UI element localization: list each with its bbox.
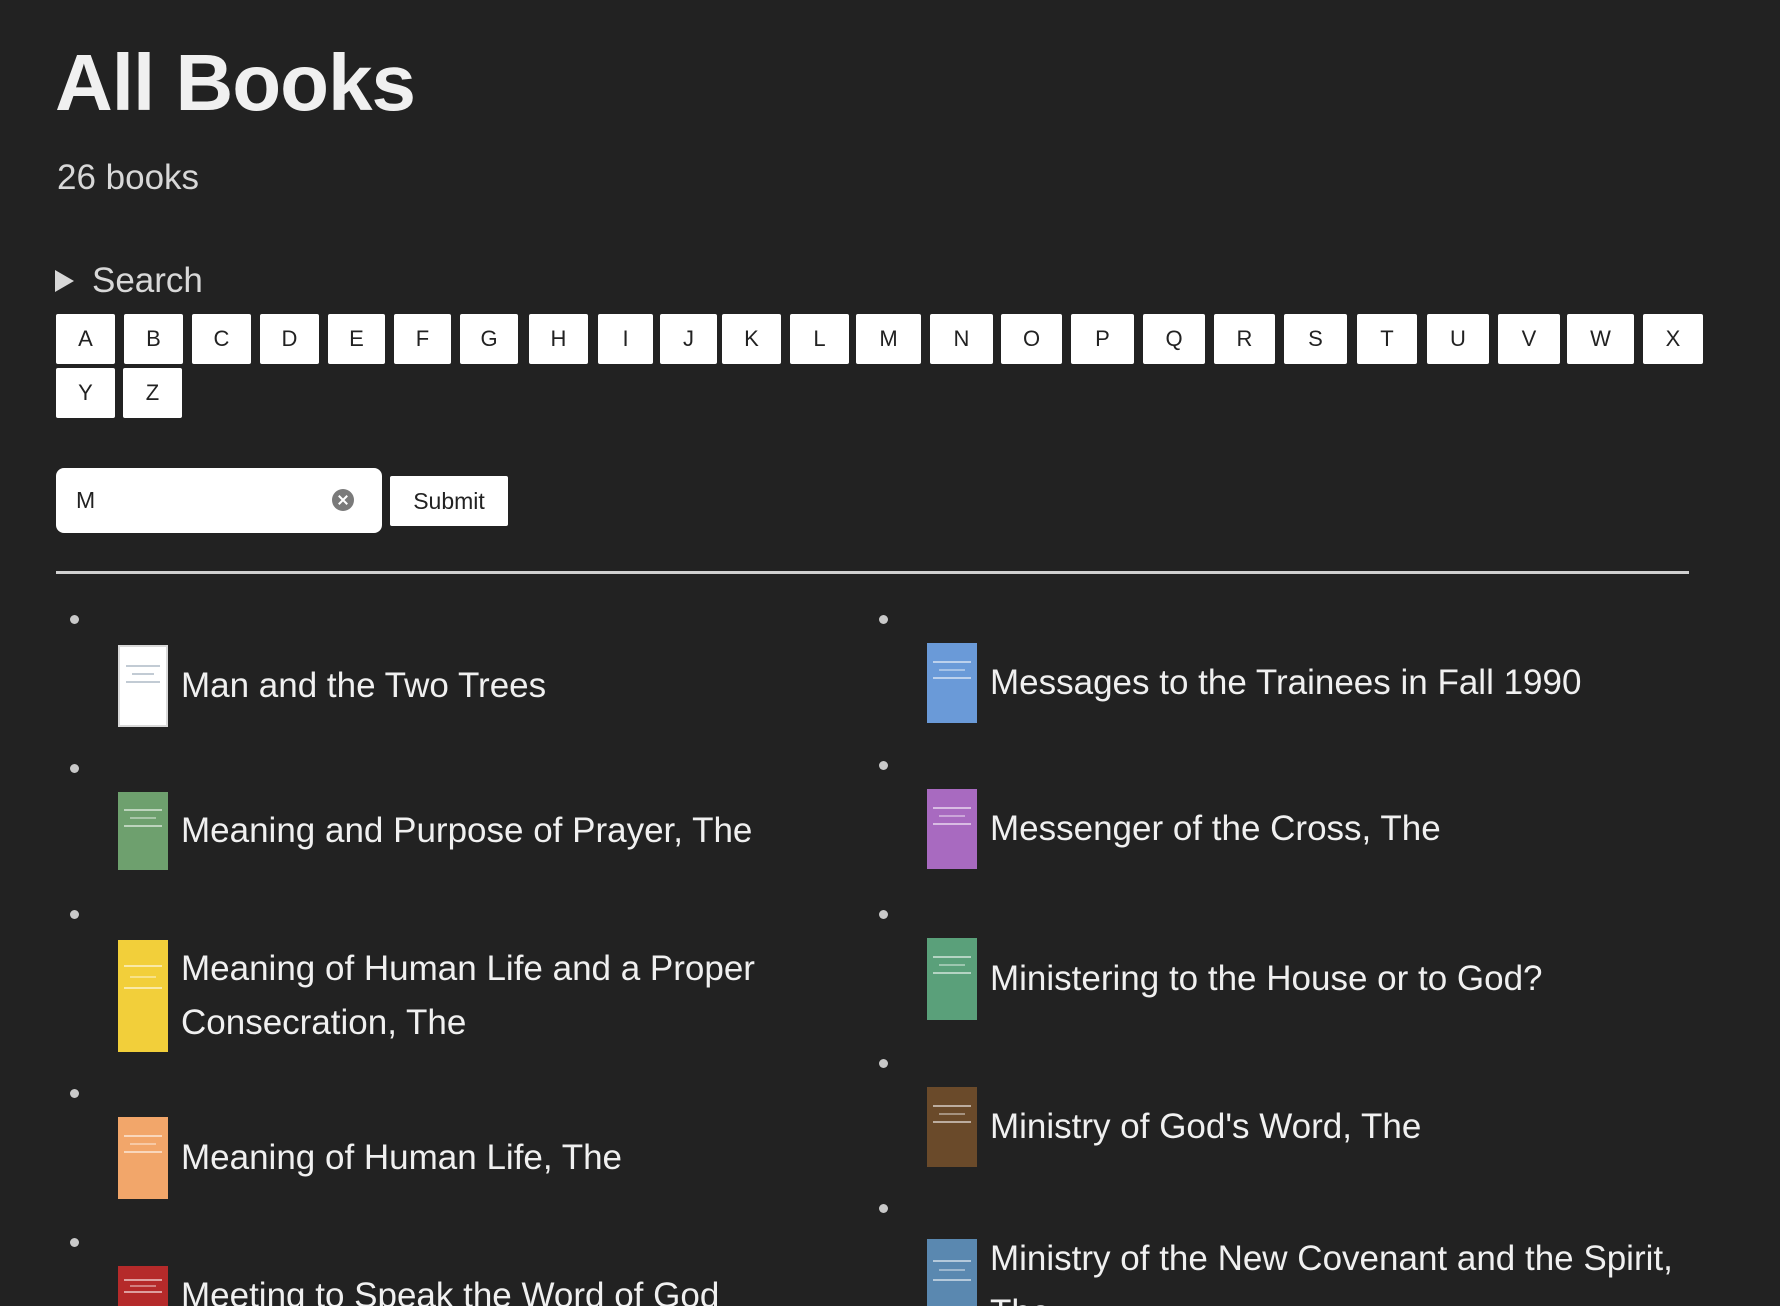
letter-m-button[interactable]: M [856, 314, 921, 364]
search-toggle[interactable]: Search [55, 259, 203, 303]
letter-g-button[interactable]: G [460, 314, 518, 364]
page-title: All Books [55, 38, 416, 127]
letter-r-button[interactable]: R [1214, 314, 1275, 364]
book-cover-image[interactable] [927, 789, 977, 869]
letter-i-button[interactable]: I [598, 314, 653, 364]
book-title[interactable]: Ministering to the House or to God? [990, 952, 1543, 1006]
book-count: 26 books [57, 158, 200, 197]
list-bullet [879, 1059, 888, 1068]
book-item[interactable]: Ministering to the House or to God? [927, 938, 1687, 1020]
letter-n-button[interactable]: N [930, 314, 993, 364]
letter-w-button[interactable]: W [1567, 314, 1634, 364]
book-title[interactable]: Ministry of the New Covenant and the Spi… [990, 1232, 1687, 1306]
letter-j-button[interactable]: J [660, 314, 717, 364]
book-cover-image[interactable] [118, 1117, 168, 1199]
letter-s-button[interactable]: S [1284, 314, 1347, 364]
book-cover-image[interactable] [927, 643, 977, 723]
letter-o-button[interactable]: O [1001, 314, 1062, 364]
book-cover-image[interactable] [118, 1266, 168, 1306]
letter-v-button[interactable]: V [1498, 314, 1560, 364]
book-item[interactable]: Man and the Two Trees [118, 645, 818, 727]
book-item[interactable]: Messages to the Trainees in Fall 1990 [927, 643, 1687, 723]
list-bullet [70, 910, 79, 919]
letter-d-button[interactable]: D [260, 314, 319, 364]
book-item[interactable]: Meaning and Purpose of Prayer, The [118, 792, 818, 870]
list-bullet [879, 761, 888, 770]
page: All Books 26 books Search ABCDEFGHIJKLMN… [0, 0, 1780, 1306]
book-item[interactable]: Messenger of the Cross, The [927, 789, 1687, 869]
letter-f-button[interactable]: F [394, 314, 451, 364]
list-bullet [70, 764, 79, 773]
book-cover-image[interactable] [118, 940, 168, 1052]
letter-c-button[interactable]: C [192, 314, 251, 364]
divider [56, 571, 1689, 574]
submit-button[interactable]: Submit [390, 476, 508, 526]
list-bullet [879, 910, 888, 919]
letter-a-button[interactable]: A [56, 314, 115, 364]
list-bullet [70, 1089, 79, 1098]
book-item[interactable]: Ministry of the New Covenant and the Spi… [927, 1232, 1687, 1306]
book-title[interactable]: Ministry of God's Word, The [990, 1100, 1421, 1154]
book-item[interactable]: Meeting to Speak the Word of God [118, 1266, 818, 1306]
book-item[interactable]: Meaning of Human Life and a Proper Conse… [118, 940, 818, 1052]
book-cover-image[interactable] [118, 645, 168, 727]
book-item[interactable]: Ministry of God's Word, The [927, 1087, 1687, 1167]
list-bullet [70, 1238, 79, 1247]
book-title[interactable]: Meaning and Purpose of Prayer, The [181, 804, 752, 858]
book-title[interactable]: Man and the Two Trees [181, 659, 546, 713]
search-input[interactable] [76, 468, 306, 533]
book-cover-image[interactable] [927, 1087, 977, 1167]
list-bullet [879, 1204, 888, 1213]
book-item[interactable]: Meaning of Human Life, The [118, 1117, 818, 1199]
book-title[interactable]: Messenger of the Cross, The [990, 802, 1441, 856]
list-bullet [879, 615, 888, 624]
letter-u-button[interactable]: U [1427, 314, 1489, 364]
list-bullet [70, 615, 79, 624]
letter-y-button[interactable]: Y [56, 368, 115, 418]
book-title[interactable]: Meaning of Human Life, The [181, 1131, 622, 1185]
letter-x-button[interactable]: X [1643, 314, 1703, 364]
book-cover-image[interactable] [927, 938, 977, 1020]
disclosure-triangle-icon [55, 270, 74, 292]
search-toggle-label: Search [92, 261, 203, 300]
book-cover-image[interactable] [118, 792, 168, 870]
letter-b-button[interactable]: B [124, 314, 183, 364]
letter-h-button[interactable]: H [529, 314, 588, 364]
book-cover-image[interactable] [927, 1238, 977, 1306]
letter-e-button[interactable]: E [328, 314, 385, 364]
letter-k-button[interactable]: K [722, 314, 781, 364]
letter-q-button[interactable]: Q [1143, 314, 1205, 364]
book-title[interactable]: Messages to the Trainees in Fall 1990 [990, 656, 1581, 710]
clear-icon[interactable] [332, 489, 354, 511]
letter-z-button[interactable]: Z [123, 368, 182, 418]
book-title[interactable]: Meaning of Human Life and a Proper Conse… [181, 942, 818, 1050]
letter-t-button[interactable]: T [1357, 314, 1417, 364]
search-box [56, 468, 382, 533]
letter-p-button[interactable]: P [1071, 314, 1134, 364]
letter-l-button[interactable]: L [790, 314, 849, 364]
book-title[interactable]: Meeting to Speak the Word of God [181, 1269, 719, 1306]
